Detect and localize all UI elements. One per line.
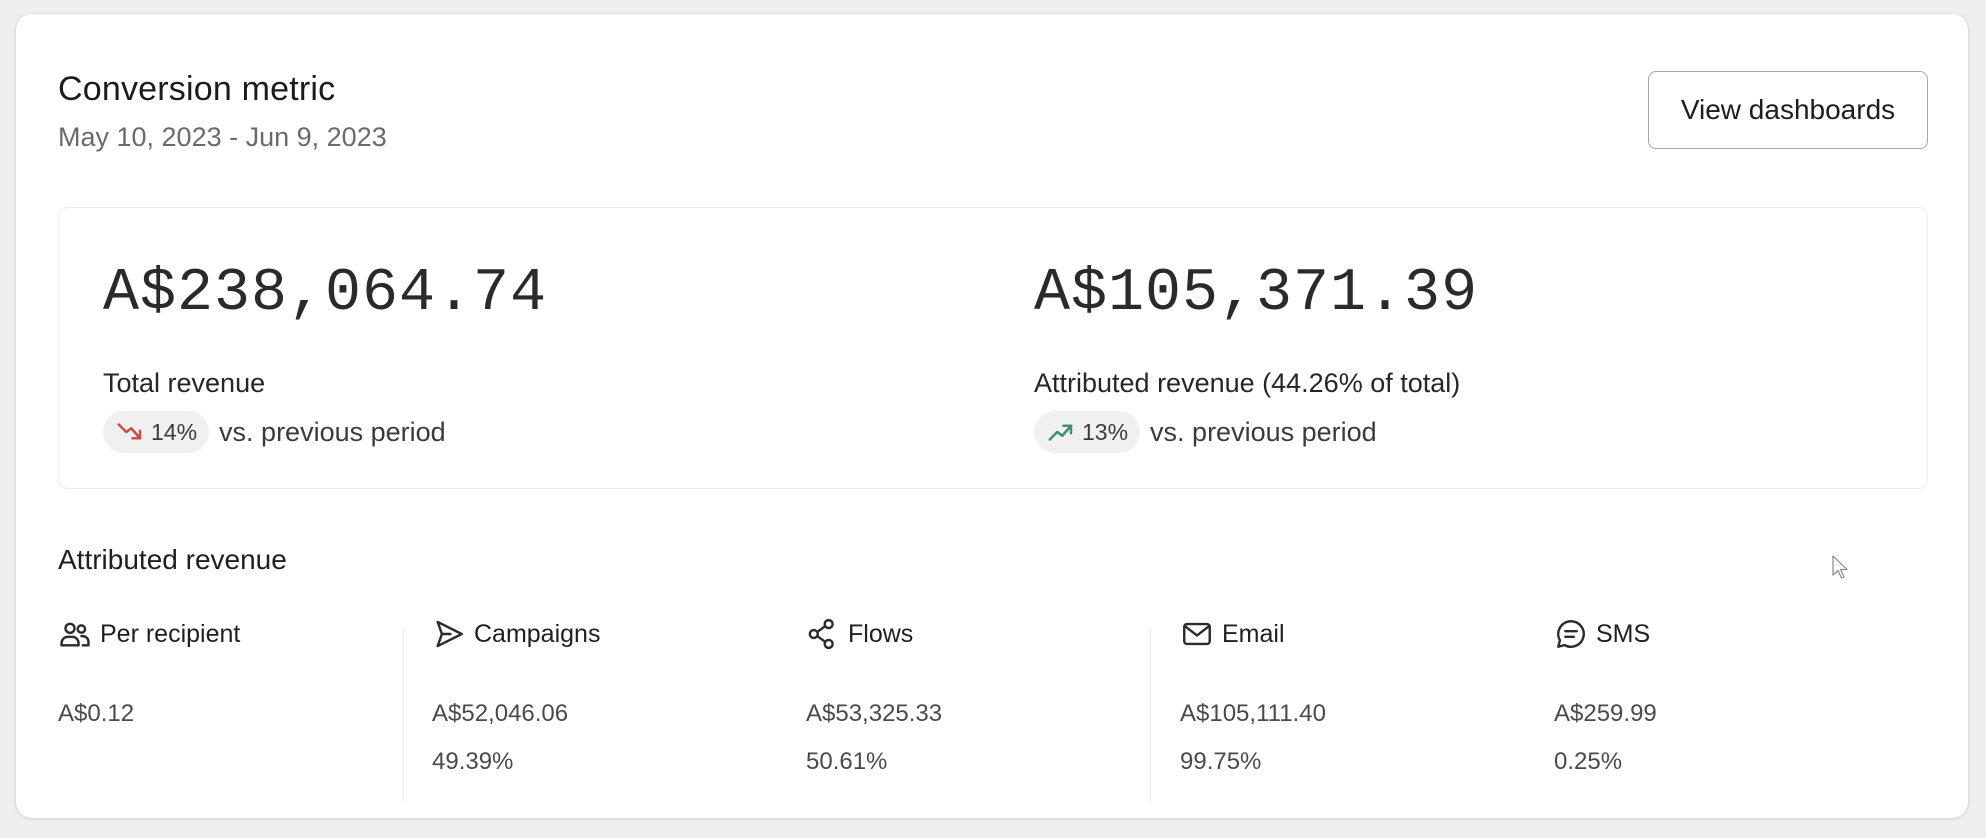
- channel-label: Campaigns: [474, 619, 601, 648]
- attributed-revenue-value: A$105,371.39: [1034, 260, 1479, 328]
- total-revenue-value: A$238,064.74: [103, 260, 548, 328]
- channel-amount: A$105,111.40: [1180, 700, 1326, 727]
- channel-amount: A$53,325.33: [806, 700, 943, 727]
- channel-label: Flows: [848, 619, 914, 648]
- change-comparison: vs. previous period: [1150, 416, 1377, 447]
- flows-icon: [808, 618, 834, 650]
- trend-up-icon: [1048, 424, 1073, 441]
- view-dashboards-button[interactable]: View dashboards: [1648, 71, 1928, 149]
- channel-email: Email A$105,111.40 99.75%: [1180, 612, 1326, 788]
- sms-icon: [1557, 620, 1585, 648]
- attributed-revenue-heading: Attributed revenue: [58, 544, 287, 575]
- change-badge: 14%: [103, 411, 210, 453]
- trend-down-icon: [117, 423, 142, 440]
- channel-amount: A$52,046.06: [432, 700, 569, 727]
- channel-divider: [403, 628, 404, 802]
- channel-amount: A$0.12: [58, 700, 135, 727]
- channel-divider: [1150, 628, 1151, 802]
- conversion-metric-card: Conversion metric May 10, 2023 - Jun 9, …: [16, 14, 1968, 818]
- change-comparison: vs. previous period: [219, 416, 446, 447]
- change-badge: 13%: [1034, 411, 1141, 453]
- attributed-revenue-label: Attributed revenue (44.26% of total): [1034, 368, 1461, 398]
- channel-label: Email: [1222, 619, 1285, 648]
- channel-campaigns: Campaigns A$52,046.06 49.39%: [432, 612, 600, 788]
- change-percent: 14%: [151, 418, 198, 445]
- date-range: May 10, 2023 - Jun 9, 2023: [58, 122, 387, 152]
- mail-icon: [1183, 622, 1211, 646]
- channel-amount: A$259.99: [1554, 700, 1657, 727]
- channel-percent: 49.39%: [432, 748, 514, 775]
- channel-percent: 99.75%: [1180, 748, 1262, 775]
- channel-per-recipient: Per recipient A$0.12: [58, 612, 240, 788]
- total-revenue-change: 14% vs. previous period: [103, 411, 446, 453]
- channel-label: SMS: [1596, 619, 1651, 648]
- channel-sms: SMS A$259.99 0.25%: [1554, 612, 1657, 788]
- channel-percent: 50.61%: [806, 748, 888, 775]
- revenue-summary-panel: A$238,064.74 Total revenue 14% vs. previ…: [58, 207, 1928, 489]
- total-revenue-label: Total revenue: [103, 368, 266, 398]
- people-icon: [60, 622, 90, 647]
- mouse-cursor-icon: [1832, 555, 1848, 579]
- send-icon: [436, 620, 463, 648]
- channel-breakdown: Per recipient A$0.12 Campaigns A$52,046.…: [58, 612, 1928, 802]
- channel-flows: Flows A$53,325.33 50.61%: [806, 612, 942, 788]
- change-percent: 13%: [1082, 418, 1129, 445]
- channel-percent: 0.25%: [1554, 748, 1623, 775]
- attributed-revenue-change: 13% vs. previous period: [1034, 411, 1377, 453]
- channel-label: Per recipient: [100, 619, 241, 648]
- card-title: Conversion metric: [58, 70, 336, 108]
